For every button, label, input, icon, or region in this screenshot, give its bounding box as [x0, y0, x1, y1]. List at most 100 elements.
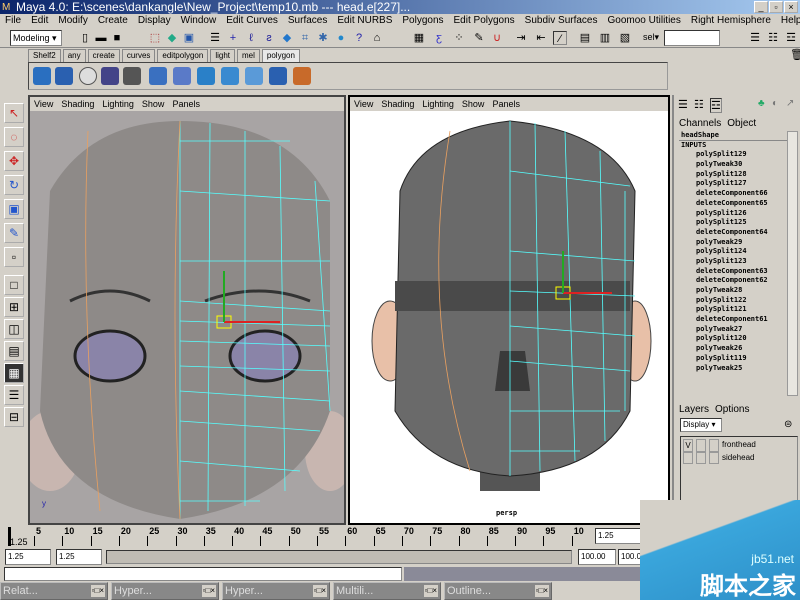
vp1-view-menu[interactable]: View [30, 97, 57, 111]
select-component-icon[interactable]: ▣ [182, 31, 196, 45]
layers-menu[interactable]: Layers [679, 404, 709, 415]
menu-polygons[interactable]: Polygons [397, 14, 448, 28]
rotate-tool-icon[interactable]: ↻ [4, 175, 24, 195]
layer-visibility-toggle[interactable]: V [683, 439, 693, 452]
layer-visibility-toggle[interactable] [683, 452, 693, 464]
list-item[interactable]: polyTweak28 [679, 286, 787, 296]
options-menu[interactable]: Options [715, 404, 749, 415]
task-window-buttons[interactable]: ▫□× [90, 585, 105, 597]
snap-grid-icon[interactable]: ☰ [208, 31, 222, 45]
attribute-editor-icon[interactable]: ☰ [748, 31, 762, 45]
save-scene-icon[interactable]: ■ [110, 31, 124, 45]
task-multilister[interactable]: Multili... ▫□× [333, 582, 441, 600]
show-channel-box-icon[interactable]: ☲ [710, 98, 722, 113]
scale-tool-icon[interactable]: ▣ [4, 199, 24, 219]
clapper2-icon[interactable]: ▥ [598, 31, 612, 45]
playback-end-field[interactable]: 100.00 [578, 549, 616, 565]
list-item[interactable]: polySplit119 [679, 354, 787, 364]
list-item[interactable]: deleteComponent65 [679, 199, 787, 209]
manipulator-tool-icon[interactable]: ✎ [4, 223, 24, 243]
list-item[interactable]: polySplit121 [679, 305, 787, 315]
command-input[interactable] [4, 567, 402, 581]
menu-edit[interactable]: Edit [26, 14, 53, 28]
merge-icon[interactable] [197, 67, 215, 85]
vp1-panels-menu[interactable]: Panels [168, 97, 204, 111]
lock-icon[interactable]: ⌂ [370, 31, 384, 45]
snap-curve-icon[interactable]: ℓ [244, 31, 258, 45]
menu-edit-polygons[interactable]: Edit Polygons [449, 14, 520, 28]
list-item[interactable]: polyTweak26 [679, 344, 787, 354]
list-item[interactable]: polyTweak25 [679, 364, 787, 374]
list-item[interactable]: deleteComponent64 [679, 228, 787, 238]
sel-input[interactable] [664, 30, 720, 46]
poly-plane-icon[interactable] [123, 67, 141, 85]
vp2-lighting-menu[interactable]: Lighting [418, 97, 458, 111]
two-pane-layout-icon[interactable]: ◫ [4, 319, 24, 339]
list-item[interactable]: polySplit125 [679, 218, 787, 228]
toggle-icon[interactable]: ⁄ [553, 31, 567, 45]
shelf-tab-light[interactable]: light [210, 49, 235, 62]
task-hypergraph-1[interactable]: Hyper... ▫□× [111, 582, 219, 600]
shelf-tab-polygon[interactable]: polygon [261, 49, 300, 62]
shelf-tab-shelf2[interactable]: Shelf2 [28, 49, 61, 62]
vp2-view-menu[interactable]: View [350, 97, 377, 111]
list-item[interactable]: polySplit123 [679, 257, 787, 267]
axis-icon[interactable]: ♣ [758, 98, 765, 109]
layer-color-swatch[interactable] [709, 439, 719, 452]
render-icon[interactable]: ● [334, 31, 348, 45]
vp1-shading-menu[interactable]: Shading [57, 97, 98, 111]
pick-icon[interactable]: ✎ [472, 31, 486, 45]
list-item[interactable]: polySplit129 [679, 150, 787, 160]
snap-view-icon[interactable]: ◆ [280, 31, 294, 45]
poly-cone-icon[interactable] [101, 67, 119, 85]
list-item[interactable]: deleteComponent61 [679, 315, 787, 325]
vp1-show-menu[interactable]: Show [138, 97, 169, 111]
move-tool-icon[interactable]: ✥ [4, 151, 24, 171]
menu-subdiv-surfaces[interactable]: Subdiv Surfaces [520, 14, 603, 28]
smooth-icon[interactable] [221, 67, 239, 85]
help-icon[interactable]: ? [352, 31, 366, 45]
poly-cylinder-icon[interactable] [79, 67, 97, 85]
magnet-icon[interactable]: ∪ [490, 31, 504, 45]
hypershade-layout-icon[interactable]: ▤ [4, 341, 24, 361]
extrude-icon[interactable] [149, 67, 167, 85]
trash-icon[interactable]: 🗑 [790, 48, 800, 61]
task-window-buttons[interactable]: ▫□× [312, 585, 327, 597]
shelf-tab-curves[interactable]: curves [121, 49, 156, 62]
list-item[interactable]: polySplit120 [679, 334, 787, 344]
list-item[interactable]: polySplit122 [679, 296, 787, 306]
restore-button[interactable]: ▫ [769, 1, 783, 13]
time-cursor[interactable] [8, 527, 11, 546]
last-tool-icon[interactable]: ▫ [4, 247, 24, 267]
menu-edit-nurbs[interactable]: Edit NURBS [332, 14, 397, 28]
task-relationship-editor[interactable]: Relat... ▫□× [0, 582, 108, 600]
menu-file[interactable]: File [0, 14, 26, 28]
bevel-icon[interactable] [245, 67, 263, 85]
output-icon[interactable]: ⇤ [534, 31, 548, 45]
four-pane-layout-icon[interactable]: ⊞ [4, 297, 24, 317]
layer-row-fronthead[interactable]: V fronthead [683, 439, 756, 452]
menu-help[interactable]: Help [776, 14, 800, 28]
vp1-lighting-menu[interactable]: Lighting [98, 97, 138, 111]
shelf-tab-any[interactable]: any [62, 49, 86, 62]
select-tool-icon[interactable]: ↖ [4, 103, 24, 123]
list-item[interactable]: polySplit127 [679, 179, 787, 189]
shelf-tab-create[interactable]: create [87, 49, 120, 62]
arrow-icon[interactable]: ↗ [786, 98, 794, 109]
input-icon[interactable]: ⇥ [514, 31, 528, 45]
range-slider[interactable] [106, 550, 572, 564]
viewport-front-canvas[interactable]: y [30, 111, 344, 523]
single-pane-layout-icon[interactable]: □ [4, 275, 24, 295]
layer-row-sidehead[interactable]: sidehead [683, 452, 754, 464]
render-layout-icon[interactable]: ▦ [4, 363, 24, 383]
layer-name[interactable]: sidehead [722, 452, 754, 464]
show-attr-editor-icon[interactable]: ☰ [678, 98, 688, 111]
list-item[interactable]: deleteComponent66 [679, 189, 787, 199]
tool-settings-icon[interactable]: ☷ [766, 31, 780, 45]
list-item[interactable]: deleteComponent63 [679, 267, 787, 277]
layer-template-toggle[interactable] [696, 439, 706, 452]
task-window-buttons[interactable]: ▫□× [423, 585, 438, 597]
layer-name[interactable]: fronthead [722, 439, 756, 452]
poly-cube-icon[interactable] [55, 67, 73, 85]
snap-point-icon[interactable]: + [226, 31, 240, 45]
